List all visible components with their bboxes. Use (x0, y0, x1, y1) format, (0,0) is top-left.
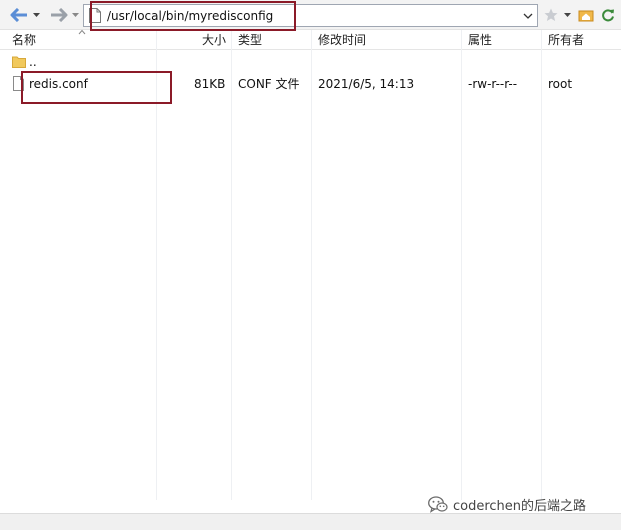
column-header-modified[interactable]: 修改时间 (318, 30, 366, 50)
chevron-down-icon (32, 13, 40, 17)
chevron-down-icon (563, 13, 571, 17)
column-header-owner[interactable]: 所有者 (548, 30, 584, 50)
column-divider[interactable] (311, 30, 312, 500)
arrow-right-icon (51, 8, 68, 22)
table-row[interactable]: .. (0, 52, 621, 72)
wechat-icon (428, 495, 448, 513)
status-bar (0, 513, 621, 530)
watermark-text: coderchen的后端之路 (453, 498, 587, 514)
file-type: CONF 文件 (238, 77, 300, 91)
chevron-down-icon (523, 13, 533, 19)
bookmark-button[interactable] (542, 5, 560, 25)
file-name: .. (29, 55, 37, 69)
star-icon (544, 8, 558, 21)
column-header-attributes[interactable]: 属性 (468, 30, 492, 50)
forward-button[interactable] (48, 5, 70, 25)
column-header-name[interactable]: 名称 (12, 30, 36, 50)
column-divider[interactable] (541, 30, 542, 500)
chevron-down-icon (71, 13, 79, 17)
annotation-box-file (21, 71, 172, 104)
back-history-dropdown[interactable] (31, 5, 41, 25)
home-icon (578, 10, 594, 22)
column-header-type[interactable]: 类型 (238, 30, 262, 50)
home-button[interactable] (577, 5, 595, 25)
file-modified: 2021/6/5, 14:13 (318, 77, 415, 91)
back-button[interactable] (8, 5, 30, 25)
refresh-button[interactable] (599, 5, 617, 25)
file-size: 81KB (194, 77, 226, 91)
arrow-left-icon (10, 8, 27, 22)
refresh-icon (602, 9, 614, 22)
column-header-size[interactable]: 大小 (202, 30, 226, 50)
forward-history-dropdown[interactable] (70, 5, 80, 25)
annotation-box-address (90, 1, 296, 31)
bookmark-dropdown[interactable] (562, 5, 572, 25)
file-attributes: -rw-r--r-- (468, 77, 518, 91)
column-divider[interactable] (461, 30, 462, 500)
folder-icon (12, 56, 26, 68)
column-divider[interactable] (231, 30, 232, 500)
watermark: coderchen的后端之路 (428, 493, 586, 515)
sort-ascending-icon (78, 29, 86, 35)
address-dropdown[interactable] (519, 5, 537, 26)
file-owner: root (548, 77, 573, 91)
